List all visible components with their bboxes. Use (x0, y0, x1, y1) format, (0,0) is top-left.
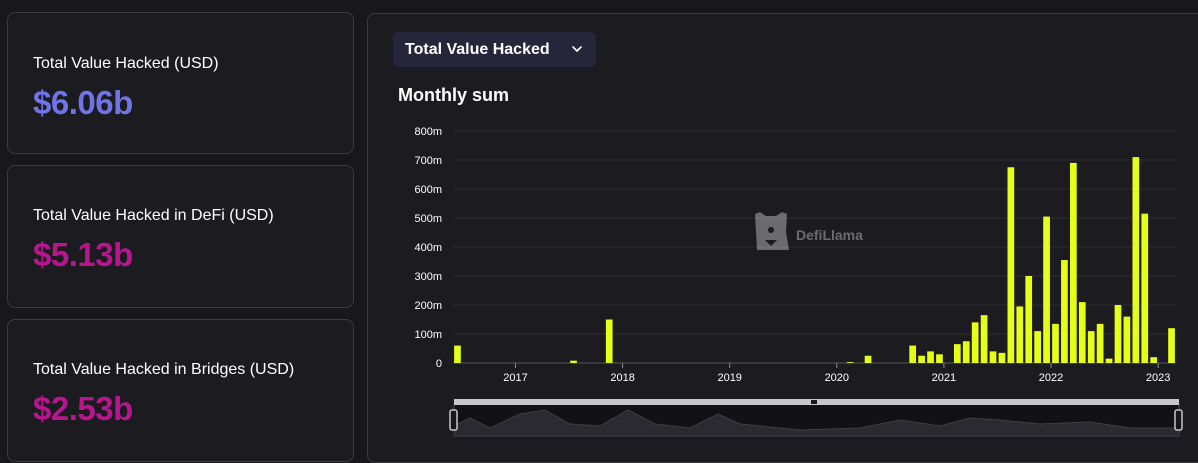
bar[interactable] (1150, 357, 1158, 363)
bar[interactable] (1078, 302, 1086, 363)
bar[interactable] (1141, 213, 1149, 363)
bar-chart: DefiLlama 0 100m 200m 300m 400m 500m 600m 700m 8… (414, 126, 1183, 437)
x-tick-label: 2021 (932, 372, 956, 384)
slider-grip-icon (811, 400, 817, 404)
bar[interactable] (962, 341, 970, 363)
zoom-slider[interactable] (449, 399, 1183, 437)
bar[interactable] (909, 345, 917, 363)
bar[interactable] (1114, 305, 1122, 363)
x-tick-label: 2019 (717, 372, 741, 384)
bar[interactable] (1070, 162, 1077, 363)
x-tick-label: 2018 (610, 372, 634, 384)
bar[interactable] (864, 355, 872, 363)
y-tick-label: 300m (414, 271, 442, 283)
y-tick-label: 100m (414, 329, 442, 341)
bar[interactable] (1061, 260, 1068, 363)
y-tick-label: 400m (414, 242, 442, 254)
x-tick-label: 2023 (1146, 372, 1170, 384)
bar[interactable] (605, 319, 613, 364)
bar[interactable] (1087, 331, 1095, 363)
bar[interactable] (1168, 328, 1175, 363)
slider-right-handle[interactable] (1174, 409, 1183, 431)
bar[interactable] (936, 354, 943, 363)
x-axis-labels: 2017 2018 2019 2020 2021 2022 2023 (503, 363, 1170, 384)
bar[interactable] (971, 322, 979, 363)
llama-logo-icon (755, 212, 789, 250)
y-tick-label: 0 (436, 358, 442, 370)
bar[interactable] (918, 355, 925, 363)
bar[interactable] (1132, 157, 1140, 363)
y-tick-label: 700m (414, 155, 442, 167)
y-axis-labels: 0 100m 200m 300m 400m 500m 600m 700m 800m (414, 126, 442, 370)
x-tick-label: 2020 (825, 372, 849, 384)
y-tick-label: 800m (414, 126, 442, 138)
bar[interactable] (1043, 216, 1050, 363)
bar[interactable] (1034, 331, 1041, 363)
x-tick-label: 2022 (1039, 372, 1063, 384)
bar[interactable] (1052, 323, 1059, 363)
bar[interactable] (846, 362, 854, 363)
bar[interactable] (1025, 276, 1033, 363)
bar[interactable] (927, 351, 934, 363)
bar[interactable] (1105, 358, 1113, 363)
bar[interactable] (1016, 306, 1024, 363)
bar[interactable] (989, 351, 997, 363)
bar[interactable] (1123, 316, 1131, 363)
bar[interactable] (1007, 167, 1015, 363)
slider-left-handle[interactable] (449, 409, 458, 431)
y-tick-label: 500m (414, 213, 442, 225)
bar[interactable] (454, 345, 461, 363)
bar[interactable] (570, 360, 577, 363)
y-tick-label: 200m (414, 300, 442, 312)
bars (454, 157, 1175, 363)
x-tick-label: 2017 (503, 372, 527, 384)
bar[interactable] (953, 344, 961, 363)
y-tick-label: 600m (414, 184, 442, 196)
watermark-text: DefiLlama (796, 227, 863, 243)
bar[interactable] (1096, 323, 1104, 363)
bar[interactable] (980, 315, 988, 363)
bar[interactable] (998, 352, 1006, 363)
